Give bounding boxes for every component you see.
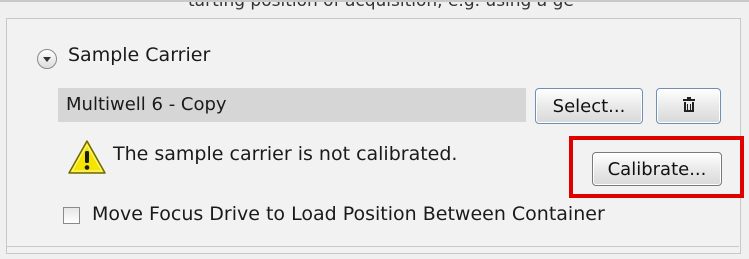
trash-icon — [681, 97, 697, 114]
select-button[interactable]: Select... — [535, 88, 643, 124]
divider — [6, 246, 739, 247]
calibrate-highlight-box — [569, 136, 744, 198]
carrier-name-field: Multiwell 6 - Copy — [58, 88, 526, 122]
section-title: Sample Carrier — [68, 44, 211, 66]
delete-button[interactable] — [656, 88, 721, 124]
chevron-down-circle-icon[interactable] — [37, 49, 57, 69]
not-calibrated-warning: The sample carrier is not calibrated. — [113, 143, 458, 165]
sample-carrier-panel: tarting position of acquisition, e.g. us… — [0, 0, 749, 259]
move-focus-label[interactable]: Move Focus Drive to Load Position Betwee… — [92, 203, 605, 225]
warning-triangle-icon — [68, 140, 106, 174]
carrier-name-value: Multiwell 6 - Copy — [66, 94, 227, 115]
move-focus-checkbox[interactable] — [63, 207, 80, 224]
panel-top-border — [0, 0, 749, 2]
